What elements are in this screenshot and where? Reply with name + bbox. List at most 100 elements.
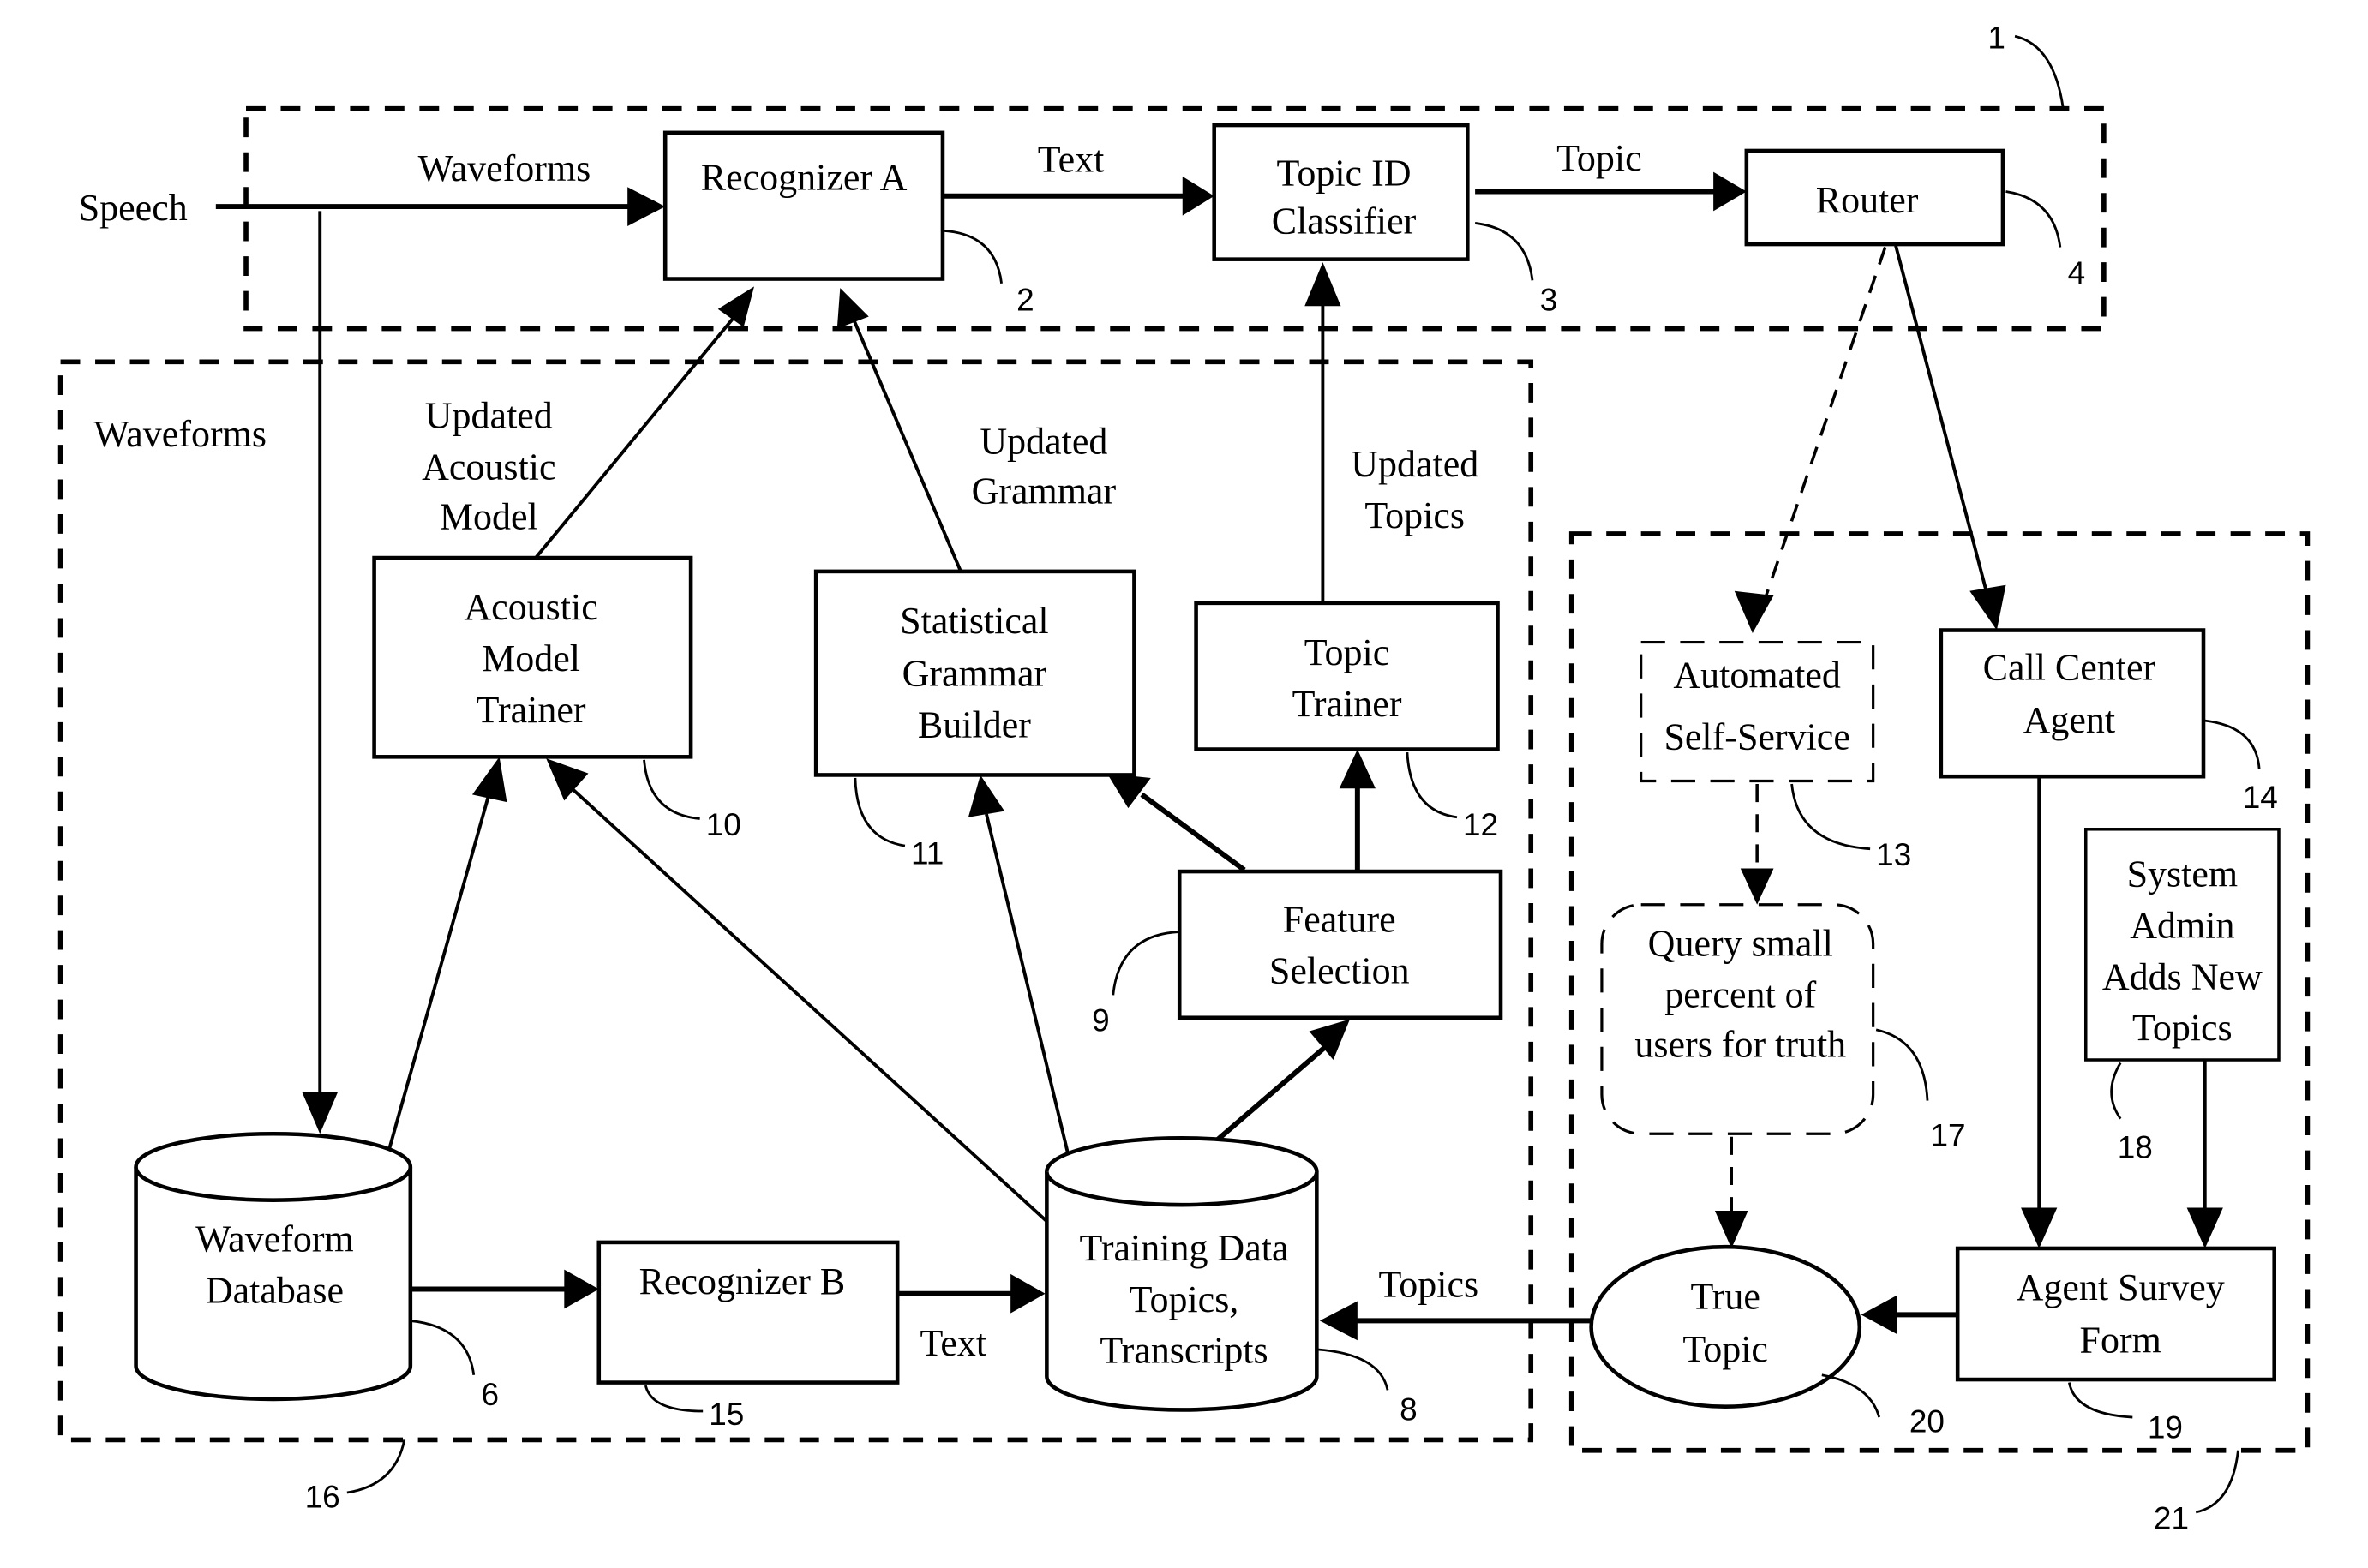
arrowhead-sgb-from-training-data (968, 775, 1005, 817)
node-automated-self-service[interactable]: Automated Self-Service (1640, 641, 1875, 783)
ref-number-8: 8 (1400, 1392, 1418, 1427)
edge-sgb-to-recognizer-a (852, 319, 962, 572)
label-waveforms-top: Waveforms (418, 147, 591, 189)
node-label-line-1: Statistical (900, 600, 1048, 642)
arrowhead-training-data-from-true-topic (1319, 1301, 1358, 1341)
ref-number-10: 10 (706, 807, 741, 842)
node-label: Recognizer A (701, 157, 908, 199)
node-query-users[interactable]: Query small percent of users for truth (1600, 903, 1875, 1135)
ref-number-4: 4 (2068, 255, 2086, 290)
leader-line-3 (1474, 222, 1534, 281)
leader-line-11 (854, 777, 906, 847)
node-label-line-2: Agent (2023, 699, 2116, 741)
ref-number-16: 16 (305, 1480, 340, 1515)
node-call-center-agent[interactable]: Call Center Agent (1939, 628, 2206, 779)
arrowhead-classifier-in (1182, 176, 1214, 216)
arrowhead-recognizer-a-in (627, 187, 666, 226)
ref-number-11: 11 (911, 835, 944, 871)
leader-line-18 (2110, 1062, 2122, 1120)
label-topics-bottom: Topics (1378, 1263, 1478, 1305)
node-label-line-1: Automated (1673, 654, 1840, 696)
label-updated-topics-2: Topics (1364, 494, 1465, 536)
arrowhead-sgb-from-feature-selection (1106, 773, 1151, 809)
label-topic-top: Topic (1556, 137, 1642, 179)
label-updated-topics-1: Updated (1351, 443, 1478, 485)
leader-line-6 (410, 1320, 476, 1375)
arrowhead-call-center-agent-in (1969, 584, 2006, 631)
arrowhead-topic-trainer-in (1339, 749, 1376, 789)
node-label-line-1: Waveform (195, 1218, 354, 1260)
node-label-line-1: Topic ID (1277, 152, 1412, 194)
node-label-line-2: Model (482, 637, 580, 679)
ref-number-1: 1 (1987, 20, 2005, 55)
leader-line-9 (1112, 931, 1180, 996)
arrowhead-true-topic-from-survey (1861, 1295, 1897, 1335)
label-speech: Speech (79, 187, 188, 229)
ref-number-2: 2 (1016, 282, 1034, 317)
node-label-line-1: Topic (1304, 631, 1390, 673)
arrowhead-training-data-in (1010, 1273, 1046, 1314)
ref-number-12: 12 (1463, 807, 1498, 842)
node-label-line-3: users for truth (1634, 1023, 1846, 1065)
node-label-line-1: Query small (1648, 923, 1833, 965)
node-router[interactable]: Router (1744, 148, 2005, 247)
arrowhead-recognizer-a-from-amt (717, 286, 755, 327)
node-label-line-1: Agent Survey (2017, 1266, 2225, 1308)
edge-feature-selection-to-sgb (1140, 792, 1246, 872)
arrowhead-classifier-from-topic-trainer (1304, 262, 1341, 307)
edge-waveform-db-to-amt (387, 793, 491, 1150)
leader-line-16 (346, 1439, 406, 1494)
node-label-line-2: Admin (2130, 904, 2234, 946)
node-label-line-1: Training Data (1080, 1227, 1289, 1269)
node-acoustic-model-trainer[interactable]: Acoustic Model Trainer (372, 555, 693, 759)
leader-line-14 (2204, 719, 2261, 769)
node-waveform-database[interactable]: Waveform Database (134, 1131, 413, 1402)
node-feature-selection[interactable]: Feature Selection (1177, 869, 1503, 1020)
node-label-line-1: Acoustic (464, 586, 597, 628)
node-true-topic[interactable]: True Topic (1589, 1244, 1862, 1409)
leader-line-8 (1316, 1348, 1389, 1391)
label-updated-grammar-2: Grammar (972, 470, 1117, 512)
arrowhead-recognizer-b-in (564, 1269, 599, 1309)
ref-number-20: 20 (1909, 1404, 1945, 1439)
node-statistical-grammar-builder[interactable]: Statistical Grammar Builder (813, 569, 1136, 777)
node-recognizer-a[interactable]: Recognizer A (662, 130, 945, 281)
node-label-line-1: System (2127, 853, 2239, 895)
leader-line-10 (643, 759, 700, 820)
node-topic-id-classifier[interactable]: Topic ID Classifier (1212, 123, 1470, 261)
node-label-line-2: Classifier (1272, 200, 1417, 242)
ref-number-18: 18 (2118, 1129, 2153, 1164)
ref-number-9: 9 (1092, 1003, 1110, 1038)
label-updated-acoustic-model-1: Updated (425, 395, 553, 437)
node-label-line-4: Topics (2132, 1007, 2233, 1049)
diagram-canvas: 1 16 21 Speech Waveforms Recognizer A 2 … (57, 20, 2311, 1535)
node-recognizer-b[interactable]: Recognizer B (596, 1240, 900, 1385)
label-waveforms-left: Waveforms (93, 413, 267, 455)
node-label-line-2: Trainer (1292, 683, 1402, 725)
ref-number-14: 14 (2243, 780, 2278, 815)
edge-router-to-call-center-agent (1894, 245, 1988, 592)
leader-line-4 (2005, 190, 2062, 248)
node-label-line-2: percent of (1664, 973, 1816, 1015)
node-label: Router (1816, 179, 1919, 221)
arrowhead-survey-from-admin (2186, 1207, 2223, 1248)
arrowhead-router-in (1713, 171, 1747, 212)
node-label-line-1: Call Center (1983, 647, 2156, 689)
node-label-line-2: Topic (1682, 1328, 1768, 1370)
label-text-bottom: Text (920, 1322, 987, 1364)
leader-line-15 (644, 1385, 704, 1413)
arrowhead-amt-from-waveform-db (471, 757, 507, 803)
node-topic-trainer[interactable]: Topic Trainer (1194, 601, 1500, 751)
node-label-line-1: Feature (1283, 898, 1396, 940)
ref-number-3: 3 (1540, 282, 1558, 317)
node-system-admin[interactable]: System Admin Adds New Topics (2083, 828, 2281, 1062)
node-agent-survey-form[interactable]: Agent Survey Form (1955, 1246, 2276, 1382)
node-label-line-1: True (1690, 1275, 1760, 1317)
edge-training-data-to-amt (569, 786, 1048, 1223)
node-training-data[interactable]: Training Data Topics, Transcripts (1045, 1136, 1319, 1412)
label-updated-acoustic-model-2: Acoustic (422, 446, 555, 488)
edge-training-data-to-sgb (985, 813, 1070, 1154)
node-label-line-3: Trainer (477, 689, 586, 731)
node-label: Recognizer B (639, 1260, 846, 1302)
leader-line-2 (942, 229, 1003, 284)
